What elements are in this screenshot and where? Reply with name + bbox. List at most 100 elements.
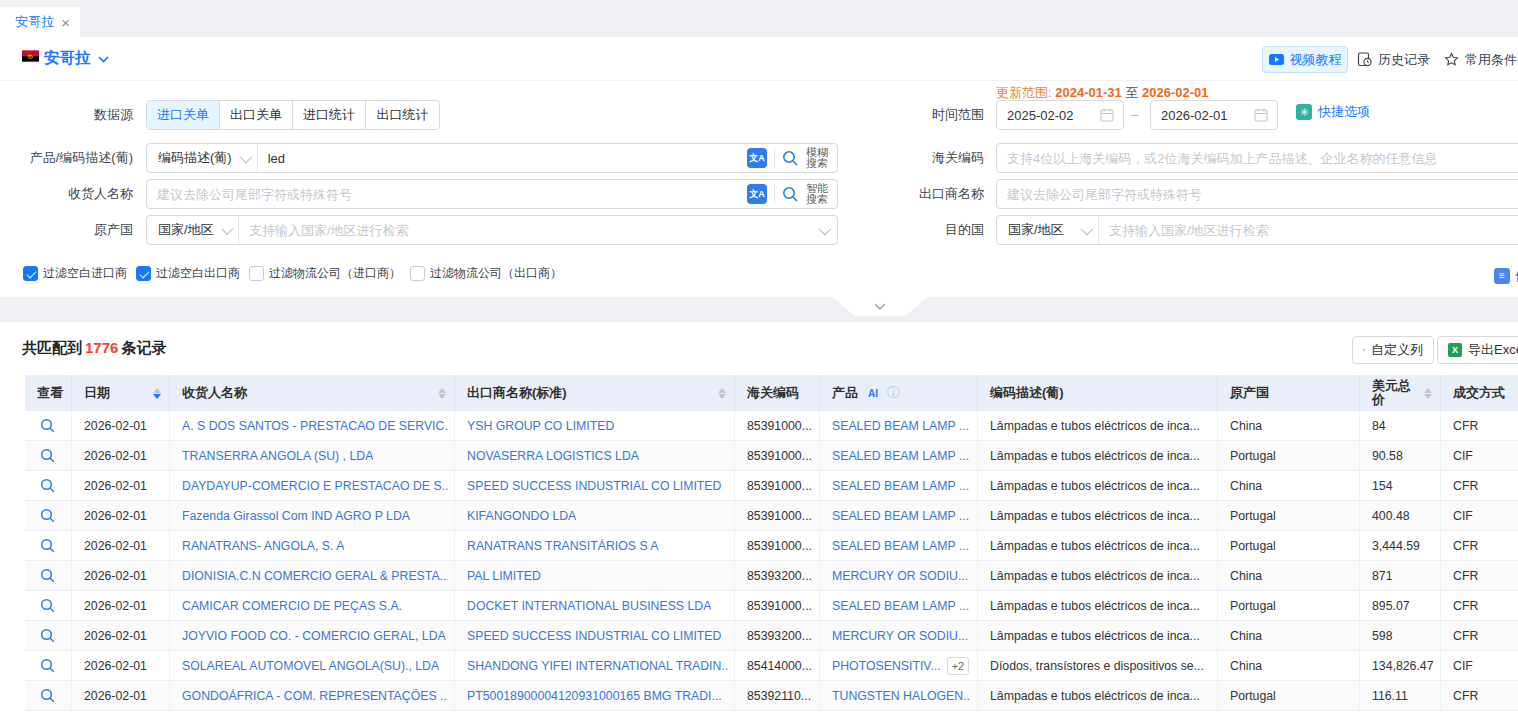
origin-input[interactable] [239,216,819,244]
cell-description: Lâmpadas e tubos eléctricos de inca... [978,621,1218,650]
data-source-tab-2[interactable]: 进口统计 [293,101,366,129]
header-col-date[interactable]: 日期 [72,375,170,411]
origin-select[interactable]: 国家/地区 [147,216,239,244]
fuzzy-search-label[interactable]: 模糊搜索 [806,147,828,169]
cell-origin: Portugal [1218,531,1360,560]
product-search-input[interactable] [258,144,747,172]
chevron-down-icon[interactable] [98,56,109,63]
calendar-icon [1254,108,1268,122]
view-detail-icon[interactable] [40,688,56,704]
cell-description: Lâmpadas e tubos eléctricos de inca... [978,531,1218,560]
export-excel-button[interactable]: X 导出Exce [1437,336,1518,364]
checkbox-icon[interactable] [136,266,151,281]
cell-usd-total: 871 [1360,561,1441,590]
date-end-input[interactable] [1150,100,1278,130]
cell-date: 2026-02-01 [72,591,170,620]
table-row: 2026-02-01TRANSERRA ANGOLA (SU) , LDANOV… [25,441,1518,471]
cell-hs-code: 85391000... [735,441,820,470]
cell-date: 2026-02-01 [72,501,170,530]
cell-exporter: SPEED SUCCESS INDUSTRIAL CO LIMITED [455,471,735,500]
filter-checkbox-2[interactable]: 过滤物流公司（进口商） [249,265,401,282]
exporter-input[interactable] [997,180,1518,208]
filter-checkbox-0[interactable]: 过滤空白进口商 [23,265,127,282]
view-detail-icon[interactable] [40,418,56,434]
more-products-badge[interactable]: +2 [947,657,970,675]
cell-view [25,411,72,440]
filter-checkboxes: 过滤空白进口商过滤空白出口商过滤物流公司（进口商） 过滤物流公司（出口商） [23,265,562,282]
columns-icon [1363,343,1365,357]
cell-product: PHOTOSENSITIV...+2 [820,651,978,680]
table-row: 2026-02-01CAMICAR COMERCIO DE PEÇAS S.A.… [25,591,1518,621]
sort-icons[interactable] [1418,388,1432,399]
date-start-value[interactable] [997,101,1100,129]
header-col-view: 查看 [25,375,72,411]
calendar-icon [1100,108,1114,122]
search-icon[interactable] [782,150,799,167]
view-detail-icon[interactable] [40,568,56,584]
cell-date: 2026-02-01 [72,621,170,650]
header-col-consignee[interactable]: 收货人名称 [170,375,455,411]
cell-exporter: YSH GROUP CO LIMITED [455,411,735,440]
checkbox-icon[interactable] [410,266,425,281]
date-start-input[interactable] [996,100,1124,130]
history-button[interactable]: 历史记录 [1357,46,1430,73]
translate-icon[interactable]: 文A [747,148,767,168]
quick-options-button[interactable]: ✳ 快捷选项 [1296,103,1370,121]
filter-checkbox-3[interactable]: 过滤物流公司（出口商） [410,265,562,282]
customize-columns-button[interactable]: 自定义列 [1352,336,1434,364]
cell-usd-total: 895.07 [1360,591,1441,620]
product-field-select[interactable]: 编码描述(葡) [147,144,258,172]
cell-date: 2026-02-01 [72,471,170,500]
info-icon[interactable]: ⓘ [887,384,900,402]
destination-select[interactable]: 国家/地区 [997,216,1099,244]
product-label: 产品/编码描述(葡) [0,143,133,173]
header-col-exporter[interactable]: 出口商名称(标准) [455,375,735,411]
sort-icons[interactable] [147,388,161,399]
collapse-handle[interactable] [832,297,928,316]
header-col-usd-total[interactable]: 美元总价 [1360,375,1441,411]
hs-code-input[interactable] [997,144,1518,172]
translate-icon[interactable]: 文A [747,184,767,204]
header-col-description: 编码描述(葡) [978,375,1218,411]
cell-consignee: TRANSERRA ANGOLA (SU) , LDA [170,441,455,470]
view-detail-icon[interactable] [40,658,56,674]
table-row: 2026-02-01A. S DOS SANTOS - PRESTACAO DE… [25,411,1518,441]
data-source-label: 数据源 [0,100,133,130]
checkbox-icon[interactable] [249,266,264,281]
close-icon[interactable]: × [61,15,70,30]
date-end-value[interactable] [1151,101,1254,129]
cell-origin: China [1218,621,1360,650]
cell-hs-code: 85414000... [735,651,820,680]
cell-product: MERCURY OR SODIU... [820,561,978,590]
view-detail-icon[interactable] [40,478,56,494]
data-source-tab-0[interactable]: 进口关单 [147,101,220,129]
destination-input[interactable] [1099,216,1518,244]
view-detail-icon[interactable] [40,628,56,644]
checkbox-icon[interactable] [23,266,38,281]
page-title[interactable]: 安哥拉 [44,37,91,81]
video-tutorial-button[interactable]: 视频教程 [1262,46,1348,73]
ai-badge: AI [864,387,882,400]
consignee-input[interactable] [147,180,747,208]
data-source-tab-1[interactable]: 出口关单 [220,101,293,129]
table-row: 2026-02-01DIONISIA.C.N COMERCIO GERAL & … [25,561,1518,591]
tab-angola[interactable]: 安哥拉 × [0,7,80,37]
sort-icons[interactable] [712,388,726,399]
smart-search-label[interactable]: 智能搜索 [806,183,828,205]
view-detail-icon[interactable] [40,508,56,524]
cell-consignee: DIONISIA.C.N COMERCIO GERAL & PRESTA... [170,561,455,590]
filter-panel: 数据源 进口关单出口关单进口统计出口统计 更新范围: 2024-01-31 至 … [0,81,1518,297]
search-icon[interactable] [782,186,799,203]
view-detail-icon[interactable] [40,538,56,554]
table-row: 2026-02-01SOLAREAL AUTOMOVEL ANGOLA(SU).… [25,651,1518,681]
sort-icons[interactable] [432,388,446,399]
favorites-button[interactable]: 常用条件 [1444,46,1517,73]
view-detail-icon[interactable] [40,598,56,614]
cell-usd-total: 116.11 [1360,681,1441,710]
cell-hs-code: 85391000... [735,471,820,500]
data-source-tab-3[interactable]: 出口统计 [366,101,439,129]
view-detail-icon[interactable] [40,448,56,464]
filter-checkbox-1[interactable]: 过滤空白出口商 [136,265,240,282]
cell-origin: China [1218,411,1360,440]
save-conditions-button[interactable]: ≡ 保存条件 [1494,267,1518,285]
